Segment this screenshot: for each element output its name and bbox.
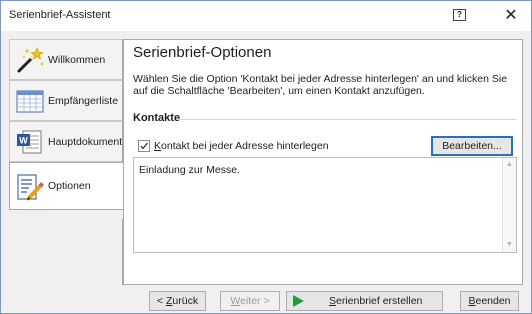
table-list-icon — [15, 87, 45, 115]
textarea-value: Einladung zur Messe. — [139, 164, 240, 176]
finish-label: eenden — [475, 295, 511, 307]
page-title: Serienbrief-Optionen — [133, 44, 272, 61]
next-label: eiter > — [240, 295, 270, 307]
back-prefix: < — [156, 295, 166, 307]
options-panel: Serienbrief-Optionen Wählen Sie die Opti… — [123, 39, 523, 285]
tab-filler — [9, 219, 123, 285]
magic-wand-icon — [15, 46, 45, 74]
tab-label: Optionen — [48, 180, 91, 192]
back-button[interactable]: < Zurück — [149, 291, 206, 311]
back-label: urück — [172, 295, 199, 307]
page-description: Wählen Sie die Option 'Kontakt bei jeder… — [133, 73, 508, 97]
close-icon[interactable]: ✕ — [501, 6, 521, 26]
tab-label: Hauptdokument — [48, 135, 123, 148]
section-divider — [176, 119, 516, 120]
scroll-down-arrow-icon[interactable]: ▼ — [503, 238, 516, 252]
finish-button[interactable]: Beenden — [460, 291, 519, 311]
create-mailmerge-button[interactable]: Serienbrief erstellen — [286, 291, 443, 311]
button-bar: < Zurück Weiter > Serienbrief erstellen … — [9, 285, 523, 311]
scroll-up-arrow-icon[interactable]: ▲ — [503, 158, 516, 172]
create-label-text: erienbrief erstellen — [336, 295, 423, 307]
help-icon[interactable]: ? — [453, 9, 466, 21]
document-pencil-icon — [15, 172, 45, 201]
tab-empfaengerliste[interactable]: Empfängerliste — [9, 80, 123, 121]
hotkey-letter: S — [329, 295, 337, 307]
tab-hauptdokument[interactable]: W Hauptdokument — [9, 121, 123, 162]
next-button[interactable]: Weiter > — [220, 291, 280, 311]
tab-willkommen[interactable]: Willkommen — [9, 39, 123, 80]
contact-checkbox[interactable] — [138, 140, 150, 152]
tab-optionen[interactable]: Optionen — [9, 162, 124, 210]
create-label: Serienbrief erstellen — [329, 292, 422, 310]
label-text: ontakt bei jeder Adresse hinterlegen — [161, 140, 329, 152]
contact-checkbox-row[interactable]: Kontakt bei jeder Adresse hinterlegen — [138, 140, 329, 152]
contact-textarea[interactable]: Einladung zur Messe. ▲ ▼ — [133, 157, 517, 253]
tab-label: Empfängerliste — [48, 94, 119, 107]
wizard-window: Serienbrief-Assistent ? ✕ Willkommen Emp… — [0, 0, 532, 314]
play-arrow-icon — [291, 294, 305, 314]
title-bar: Serienbrief-Assistent ? ✕ — [1, 1, 531, 31]
hotkey-letter: W — [230, 295, 241, 307]
contact-checkbox-label: Kontakt bei jeder Adresse hinterlegen — [154, 140, 329, 152]
svg-text:W: W — [19, 135, 28, 145]
section-title: Kontakte — [133, 112, 181, 124]
tab-label: Willkommen — [48, 53, 106, 66]
edit-button[interactable]: Bearbeiten... — [431, 136, 513, 156]
window-title: Serienbrief-Assistent — [9, 9, 111, 21]
vertical-scrollbar[interactable]: ▲ ▼ — [502, 158, 516, 252]
wizard-tabs: Willkommen Empfängerliste W Hauptdokumen… — [9, 39, 124, 285]
word-document-icon: W — [15, 128, 45, 156]
hotkey-letter: K — [154, 140, 162, 152]
